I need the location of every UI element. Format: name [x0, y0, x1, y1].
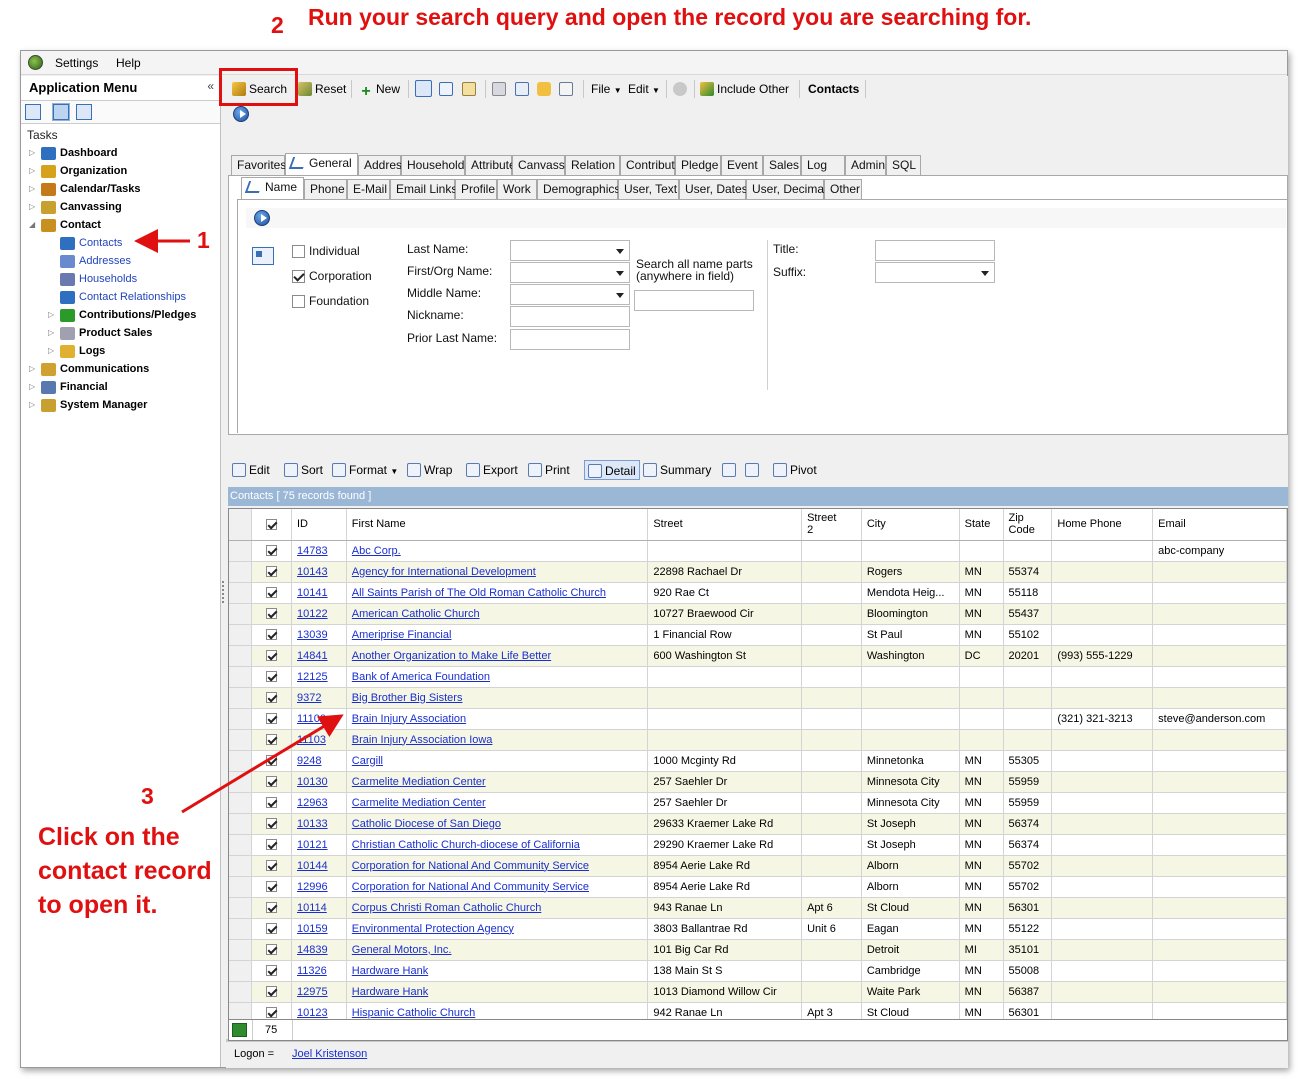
tab-label: General — [309, 156, 352, 170]
annotation-arrows — [134, 229, 344, 814]
tab-general[interactable]: General — [285, 153, 358, 175]
subtab-name[interactable]: Name — [241, 177, 304, 199]
arrow-to-cargill — [181, 714, 344, 814]
general-tab-icon — [288, 157, 308, 169]
subtab-label: Name — [265, 180, 298, 194]
name-tab-icon — [244, 181, 264, 193]
